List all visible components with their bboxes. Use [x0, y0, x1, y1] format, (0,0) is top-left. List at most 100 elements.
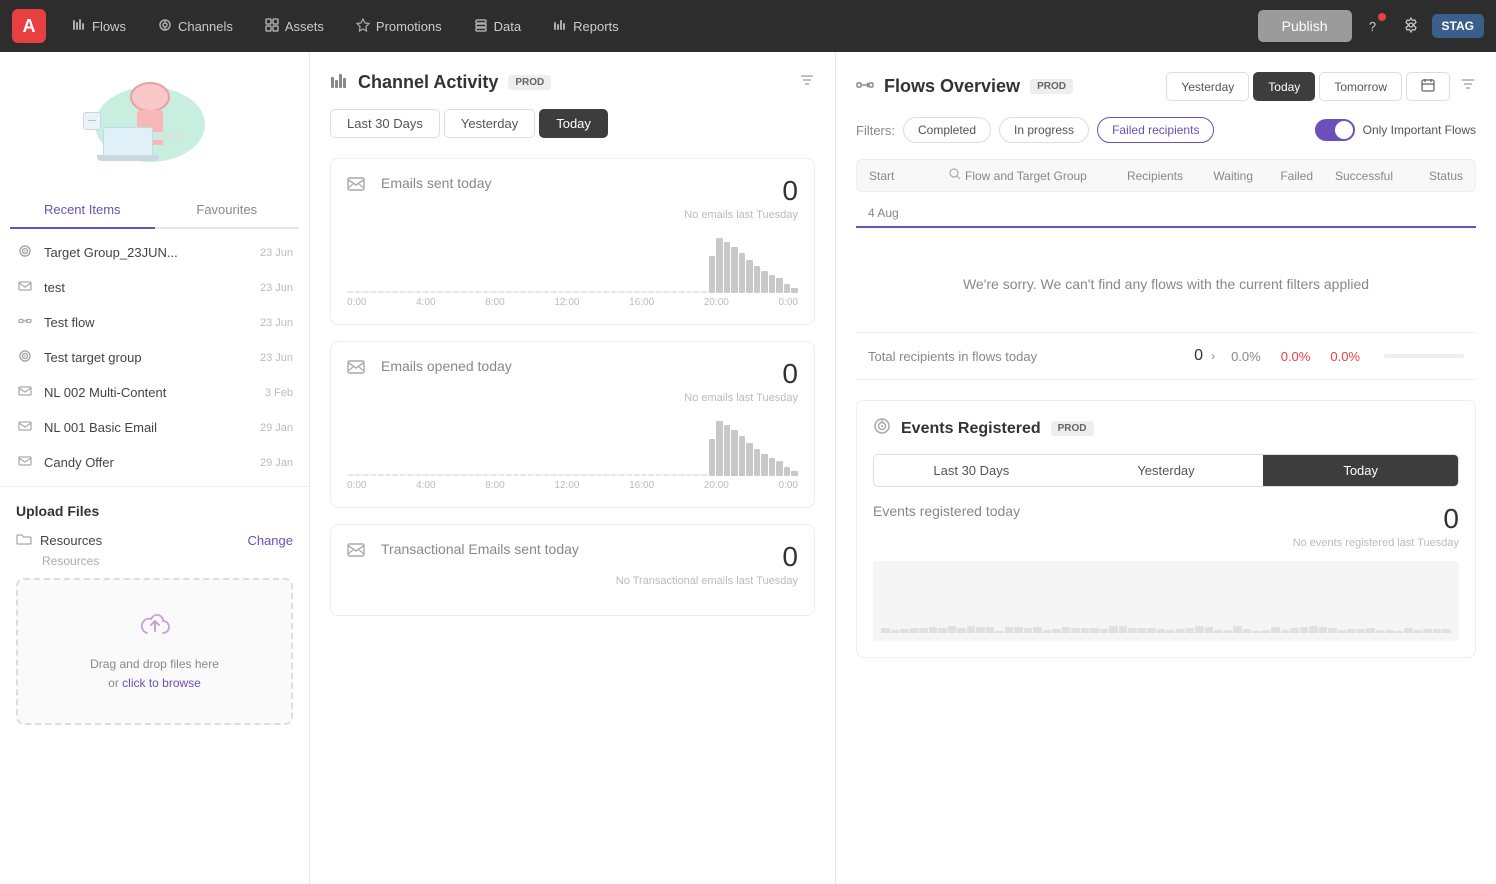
flows-table-header: Start Flow and Target Group Recipients W…: [856, 159, 1476, 192]
tab-favourites[interactable]: Favourites: [155, 192, 300, 229]
events-registered-sub: No events registered last Tuesday: [1293, 537, 1459, 549]
app-logo[interactable]: A: [12, 9, 46, 43]
nav-reports[interactable]: Reports: [539, 12, 633, 41]
flows-overview-panel: Flows Overview PROD Yesterday Today Tomo…: [836, 52, 1496, 884]
tab-recent-items[interactable]: Recent Items: [10, 192, 155, 229]
reports-icon: [553, 18, 567, 35]
emails-opened-sub: No emails last Tuesday: [684, 392, 798, 404]
transactional-emails-header: Transactional Emails sent today 0 No Tra…: [347, 541, 798, 587]
total-pct1: 0.0%: [1231, 349, 1261, 364]
events-registered-title: Events Registered: [901, 420, 1041, 438]
emails-sent-sub: No emails last Tuesday: [684, 209, 798, 221]
events-metric: Events registered today 0 No events regi…: [873, 503, 1459, 549]
browse-link[interactable]: click to browse: [122, 676, 201, 690]
flows-overview-header: Flows Overview PROD Yesterday Today Tomo…: [856, 72, 1476, 101]
list-item[interactable]: Candy Offer 29 Jan: [0, 445, 309, 480]
emails-opened-value: 0: [684, 358, 798, 390]
chart-labels: 0:004:008:0012:0016:0020:000:00: [347, 297, 798, 308]
item-name: NL 001 Basic Email: [44, 420, 250, 435]
emails-opened-chart: 0:004:008:0012:0016:0020:000:00: [347, 416, 798, 491]
topnav: A Flows Channels Assets Promotions Data: [0, 0, 1496, 52]
flows-tab-tomorrow[interactable]: Tomorrow: [1319, 72, 1402, 101]
sidebar-hero: [0, 52, 309, 192]
events-chart: [873, 561, 1459, 641]
email-icon: [16, 279, 34, 296]
list-item[interactable]: Target Group_23JUN... 23 Jun: [0, 235, 309, 270]
flows-filter-icon[interactable]: [1460, 76, 1476, 97]
nav-data-label: Data: [494, 19, 521, 34]
email-icon: [16, 384, 34, 401]
events-tab-30days[interactable]: Last 30 Days: [874, 455, 1069, 486]
stag-button[interactable]: STAG: [1432, 14, 1484, 38]
total-pct3: 0.0%: [1330, 349, 1360, 364]
important-flows-toggle[interactable]: [1315, 119, 1355, 141]
th-recipients: Recipients: [1093, 169, 1183, 183]
flows-filters-row: Filters: Completed In progress Failed re…: [856, 117, 1476, 143]
list-item[interactable]: NL 001 Basic Email 29 Jan: [0, 410, 309, 445]
folder-label: Resources: [40, 533, 239, 548]
nav-assets[interactable]: Assets: [251, 12, 338, 41]
item-date: 23 Jun: [260, 282, 293, 294]
tab-last-30-days[interactable]: Last 30 Days: [330, 109, 440, 138]
flows-tab-calendar[interactable]: [1406, 72, 1450, 101]
data-icon: [474, 18, 488, 35]
list-item[interactable]: Test flow 23 Jun: [0, 305, 309, 340]
item-name: Test target group: [44, 350, 250, 365]
item-date: 3 Feb: [265, 387, 293, 399]
channel-activity-header: Channel Activity PROD: [330, 72, 815, 93]
events-tab-today[interactable]: Today: [1263, 455, 1458, 486]
filter-failed-recipients[interactable]: Failed recipients: [1097, 117, 1214, 143]
nav-promotions[interactable]: Promotions: [342, 12, 456, 41]
dropzone[interactable]: Drag and drop files here or click to bro…: [16, 578, 293, 725]
flows-icon: [72, 18, 86, 35]
item-date: 29 Jan: [260, 457, 293, 469]
settings-icon: [1403, 17, 1419, 36]
filter-completed[interactable]: Completed: [903, 117, 991, 143]
flows-tab-today[interactable]: Today: [1253, 72, 1315, 101]
emails-sent-label: Emails sent today: [381, 175, 492, 191]
flows-total-row: Total recipients in flows today 0 › 0.0%…: [856, 332, 1476, 380]
th-flow[interactable]: Flow and Target Group: [949, 168, 1093, 183]
total-count: 0: [1194, 347, 1203, 365]
filter-in-progress[interactable]: In progress: [999, 117, 1089, 143]
nav-channels[interactable]: Channels: [144, 12, 247, 41]
list-item[interactable]: Test target group 23 Jun: [0, 340, 309, 375]
tab-yesterday[interactable]: Yesterday: [444, 109, 535, 138]
main-layout: Recent Items Favourites Target Group_23J…: [0, 52, 1496, 884]
upload-folder-row: Resources Change: [16, 531, 293, 550]
total-progress-bar: [1384, 354, 1464, 358]
flows-tab-yesterday[interactable]: Yesterday: [1166, 72, 1249, 101]
list-item[interactable]: NL 002 Multi-Content 3 Feb: [0, 375, 309, 410]
nav-data[interactable]: Data: [460, 12, 535, 41]
publish-button[interactable]: Publish: [1258, 10, 1352, 42]
target-group-icon: [16, 349, 34, 366]
events-icon: [873, 417, 891, 440]
events-tab-yesterday[interactable]: Yesterday: [1069, 455, 1264, 486]
nav-channels-label: Channels: [178, 19, 233, 34]
item-date: 23 Jun: [260, 317, 293, 329]
channels-icon: [158, 18, 172, 35]
assets-icon: [265, 18, 279, 35]
channel-date-tabs: Last 30 Days Yesterday Today: [330, 109, 815, 138]
help-button[interactable]: ?: [1356, 9, 1390, 43]
events-registered-value: 0: [1293, 503, 1459, 535]
dropzone-text: Drag and drop files here or click to bro…: [38, 655, 271, 693]
transactional-value: 0: [616, 541, 798, 573]
nav-flows[interactable]: Flows: [58, 12, 140, 41]
toggle-row: Only Important Flows: [1315, 119, 1476, 141]
flows-empty-state: We're sorry. We can't find any flows wit…: [856, 236, 1476, 332]
th-start: Start: [869, 169, 949, 183]
change-link[interactable]: Change: [247, 533, 293, 548]
settings-button[interactable]: [1394, 9, 1428, 43]
transactional-label: Transactional Emails sent today: [381, 541, 579, 557]
item-date: 29 Jan: [260, 422, 293, 434]
important-flows-label: Only Important Flows: [1363, 123, 1476, 137]
tab-today[interactable]: Today: [539, 109, 608, 138]
email-icon: [16, 419, 34, 436]
th-failed: Failed: [1253, 169, 1313, 183]
flow-icon: [16, 314, 34, 331]
channel-filter-icon[interactable]: [799, 72, 815, 93]
list-item[interactable]: test 23 Jun: [0, 270, 309, 305]
th-waiting: Waiting: [1183, 169, 1253, 183]
channel-activity-badge: PROD: [508, 75, 551, 90]
